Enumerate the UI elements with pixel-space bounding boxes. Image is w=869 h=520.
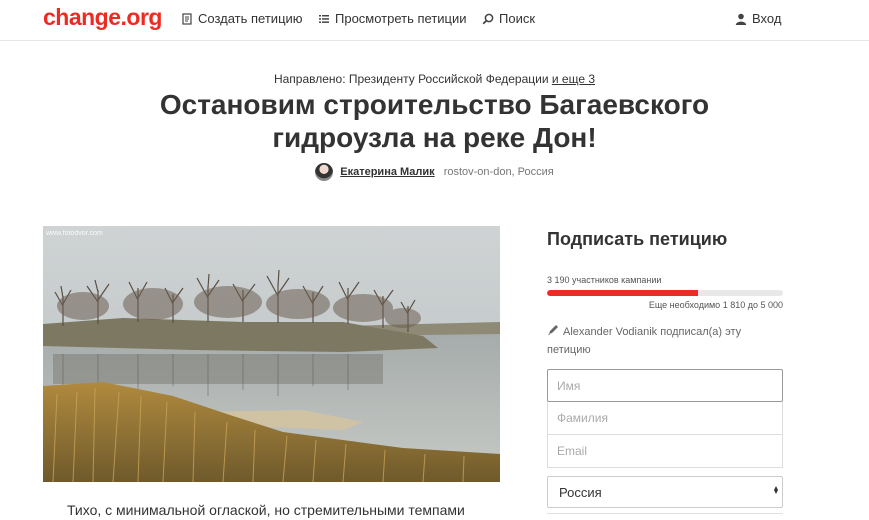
nav-create-petition[interactable]: Создать петицию [181, 11, 303, 26]
author-location: rostov-on-don, Россия [443, 166, 554, 178]
petition-photo: www.fotodvor.com [43, 226, 500, 482]
last-name-field[interactable] [547, 402, 783, 435]
petition-target-text: Направлено: Президенту Российской Федера… [273, 72, 552, 86]
petition-document-icon [182, 12, 192, 25]
nav-create-label: Создать петицию [198, 11, 303, 26]
pen-icon [548, 325, 558, 335]
petition-target: Направлено: Президенту Российской Федера… [0, 72, 869, 86]
nav-search[interactable]: Поиск [482, 11, 535, 26]
nav-login[interactable]: Вход [735, 11, 781, 26]
petition-author: Екатерина Малик rostov-on-don, Россия [0, 163, 869, 181]
top-navigation-bar: change.org Создать петицию Просмотреть п… [0, 0, 869, 41]
nav-browse-petitions[interactable]: Просмотреть петиции [318, 11, 467, 26]
author-name-link[interactable]: Екатерина Малик [340, 166, 434, 178]
petition-body-text: Тихо, с минимальной оглаской, но стремит… [67, 502, 465, 518]
photo-watermark: www.fotodvor.com [45, 230, 103, 237]
signature-progress-bar [547, 290, 783, 296]
author-avatar[interactable] [315, 163, 334, 181]
petition-title: Остановим строительство Багаевского гидр… [159, 89, 710, 153]
user-icon [735, 13, 747, 25]
nav-browse-label: Просмотреть петиции [335, 11, 467, 26]
recent-signer-text: Alexander Vodianik подписал(а) эту петиц… [547, 326, 742, 356]
search-icon [482, 13, 494, 24]
list-icon [319, 14, 329, 23]
signature-progress-fill [547, 290, 699, 296]
country-select-value: Россия [559, 485, 602, 500]
change-org-logo[interactable]: change.org [43, 4, 162, 31]
supporters-count: 3 190 участников кампании [547, 275, 662, 285]
next-field-edge [547, 513, 783, 514]
nav-search-label: Поиск [499, 11, 536, 26]
recent-signer: Alexander Vodianik подписал(а) эту петиц… [547, 323, 783, 359]
nav-login-label: Вход [752, 11, 782, 26]
email-field[interactable] [547, 435, 783, 468]
river-landscape-image: www.fotodvor.com [43, 226, 500, 482]
first-name-field[interactable] [547, 369, 783, 402]
country-select[interactable]: Россия [547, 476, 783, 508]
sign-petition-heading: Подписать петицию [547, 229, 728, 249]
more-targets-link[interactable]: и еще 3 [552, 72, 595, 86]
select-arrow-down-icon [774, 490, 778, 494]
signatures-needed: Еще необходимо 1 810 до 5 000 [648, 300, 783, 310]
